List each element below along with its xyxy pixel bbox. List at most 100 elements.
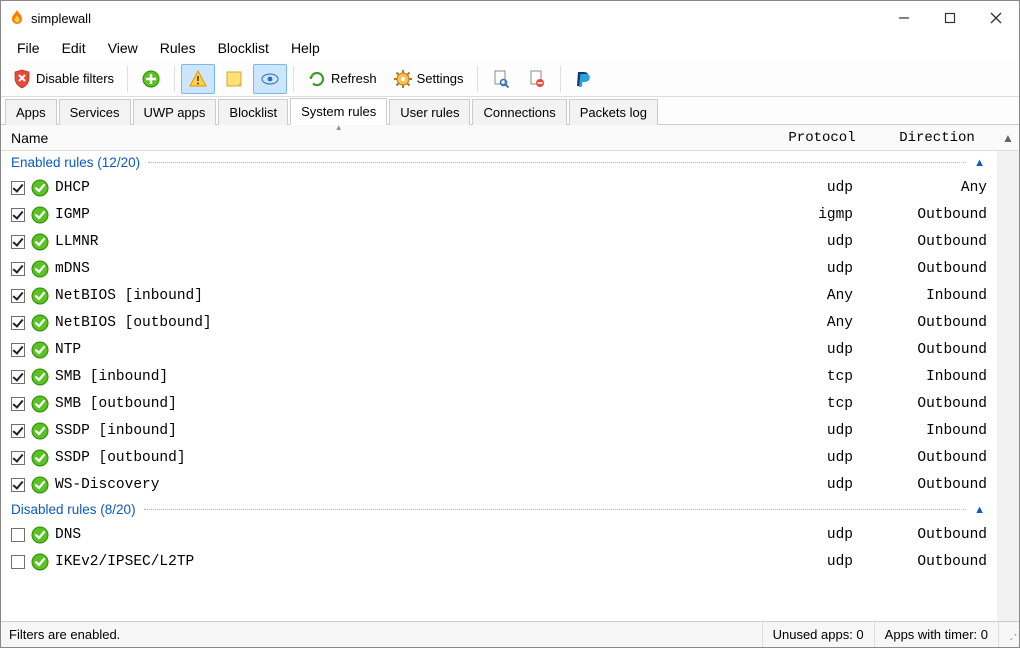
- settings-button[interactable]: Settings: [386, 64, 471, 94]
- status-apps-with-timer: Apps with timer: 0: [874, 622, 998, 647]
- content-area: Enabled rules (12/20)▲DHCPudpAnyIGMPigmp…: [1, 151, 1019, 621]
- rule-checkbox[interactable]: [11, 262, 25, 276]
- rule-protocol: tcp: [767, 396, 877, 412]
- warning-icon: [188, 69, 208, 89]
- rule-row[interactable]: WS-DiscoveryudpOutbound: [1, 471, 997, 498]
- tab-user-rules[interactable]: User rules: [389, 99, 470, 125]
- rule-checkbox[interactable]: [11, 451, 25, 465]
- tab-connections[interactable]: Connections: [472, 99, 566, 125]
- minimize-button[interactable]: [881, 1, 927, 35]
- rule-row[interactable]: SMB [inbound]tcpInbound: [1, 363, 997, 390]
- rules-list[interactable]: Enabled rules (12/20)▲DHCPudpAnyIGMPigmp…: [1, 151, 997, 621]
- rule-checkbox[interactable]: [11, 555, 25, 569]
- rule-row[interactable]: NetBIOS [outbound]AnyOutbound: [1, 309, 997, 336]
- rule-checkbox[interactable]: [11, 181, 25, 195]
- close-button[interactable]: [973, 1, 1019, 35]
- rule-checkbox[interactable]: [11, 370, 25, 384]
- find-button[interactable]: [484, 64, 518, 94]
- rule-name: IKEv2/IPSEC/L2TP: [55, 554, 767, 570]
- rule-row[interactable]: IGMPigmpOutbound: [1, 201, 997, 228]
- rule-row[interactable]: SSDP [outbound]udpOutbound: [1, 444, 997, 471]
- toolbar-separator: [174, 66, 175, 92]
- rule-checkbox[interactable]: [11, 528, 25, 542]
- rule-checkbox[interactable]: [11, 343, 25, 357]
- rule-protocol: udp: [767, 450, 877, 466]
- scrollbar[interactable]: [997, 151, 1019, 621]
- tab-packets-log[interactable]: Packets log: [569, 99, 658, 125]
- toolbar-separator: [293, 66, 294, 92]
- tab-apps[interactable]: Apps: [5, 99, 57, 125]
- status-ok-icon: [31, 314, 49, 332]
- rule-name: SMB [inbound]: [55, 369, 767, 385]
- title-bar: simplewall: [1, 1, 1019, 35]
- maximize-button[interactable]: [927, 1, 973, 35]
- rule-row[interactable]: SMB [outbound]tcpOutbound: [1, 390, 997, 417]
- rule-direction: Outbound: [877, 527, 997, 543]
- rule-row[interactable]: NTPudpOutbound: [1, 336, 997, 363]
- disable-filters-button[interactable]: Disable filters: [5, 64, 121, 94]
- menu-blocklist[interactable]: Blocklist: [208, 36, 279, 60]
- rule-checkbox[interactable]: [11, 478, 25, 492]
- rule-name: DHCP: [55, 180, 767, 196]
- disable-filters-label: Disable filters: [36, 71, 114, 86]
- search-page-icon: [491, 69, 511, 89]
- refresh-button[interactable]: Refresh: [300, 64, 384, 94]
- rule-checkbox[interactable]: [11, 397, 25, 411]
- rule-protocol: udp: [767, 423, 877, 439]
- collapse-icon[interactable]: ▲: [974, 504, 991, 516]
- collapse-icon[interactable]: ▲: [974, 157, 991, 169]
- remove-button[interactable]: [520, 64, 554, 94]
- status-filters: Filters are enabled.: [1, 627, 762, 642]
- rule-checkbox[interactable]: [11, 289, 25, 303]
- notes-toggle[interactable]: [217, 64, 251, 94]
- rule-row[interactable]: IKEv2/IPSEC/L2TPudpOutbound: [1, 548, 997, 575]
- group-disabled-rules[interactable]: Disabled rules (8/20) ▲: [1, 498, 997, 521]
- status-ok-icon: [31, 233, 49, 251]
- group-enabled-rules[interactable]: Enabled rules (12/20)▲: [1, 151, 997, 174]
- group-divider: [148, 162, 966, 163]
- rule-name: SMB [outbound]: [55, 396, 767, 412]
- status-ok-icon: [31, 476, 49, 494]
- rule-protocol: udp: [767, 234, 877, 250]
- toolbar-separator: [477, 66, 478, 92]
- rule-row[interactable]: SSDP [inbound]udpInbound: [1, 417, 997, 444]
- rule-protocol: udp: [767, 527, 877, 543]
- scroll-up-icon[interactable]: ▲: [997, 131, 1019, 145]
- tab-system-rules[interactable]: System rules▴: [290, 98, 387, 125]
- rule-direction: Outbound: [877, 261, 997, 277]
- rule-row[interactable]: mDNSudpOutbound: [1, 255, 997, 282]
- resize-grip-icon[interactable]: ⋰: [998, 622, 1019, 647]
- watch-toggle[interactable]: [253, 64, 287, 94]
- rule-row[interactable]: LLMNRudpOutbound: [1, 228, 997, 255]
- add-button[interactable]: [134, 64, 168, 94]
- rule-protocol: tcp: [767, 369, 877, 385]
- column-name[interactable]: Name: [1, 130, 767, 146]
- menu-edit[interactable]: Edit: [52, 36, 96, 60]
- group-divider: [144, 509, 967, 510]
- rule-checkbox[interactable]: [11, 424, 25, 438]
- status-ok-icon: [31, 395, 49, 413]
- group-label: Disabled rules (8/20): [11, 502, 136, 517]
- column-protocol[interactable]: Protocol: [767, 130, 877, 146]
- rule-checkbox[interactable]: [11, 208, 25, 222]
- menu-file[interactable]: File: [7, 36, 50, 60]
- rule-row[interactable]: DNSudpOutbound: [1, 521, 997, 548]
- status-ok-icon: [31, 260, 49, 278]
- paypal-icon: [574, 69, 594, 89]
- rule-checkbox[interactable]: [11, 316, 25, 330]
- rule-checkbox[interactable]: [11, 235, 25, 249]
- tab-uwp-apps[interactable]: UWP apps: [133, 99, 217, 125]
- rule-row[interactable]: NetBIOS [inbound]AnyInbound: [1, 282, 997, 309]
- menu-view[interactable]: View: [98, 36, 148, 60]
- tab-services[interactable]: Services: [59, 99, 131, 125]
- column-direction[interactable]: Direction: [877, 130, 997, 146]
- rule-name: WS-Discovery: [55, 477, 767, 493]
- donate-button[interactable]: [567, 64, 601, 94]
- menu-rules[interactable]: Rules: [150, 36, 206, 60]
- tab-blocklist[interactable]: Blocklist: [218, 99, 288, 125]
- plus-icon: [141, 69, 161, 89]
- rule-row[interactable]: DHCPudpAny: [1, 174, 997, 201]
- refresh-icon: [307, 69, 327, 89]
- alerts-toggle[interactable]: [181, 64, 215, 94]
- menu-help[interactable]: Help: [281, 36, 330, 60]
